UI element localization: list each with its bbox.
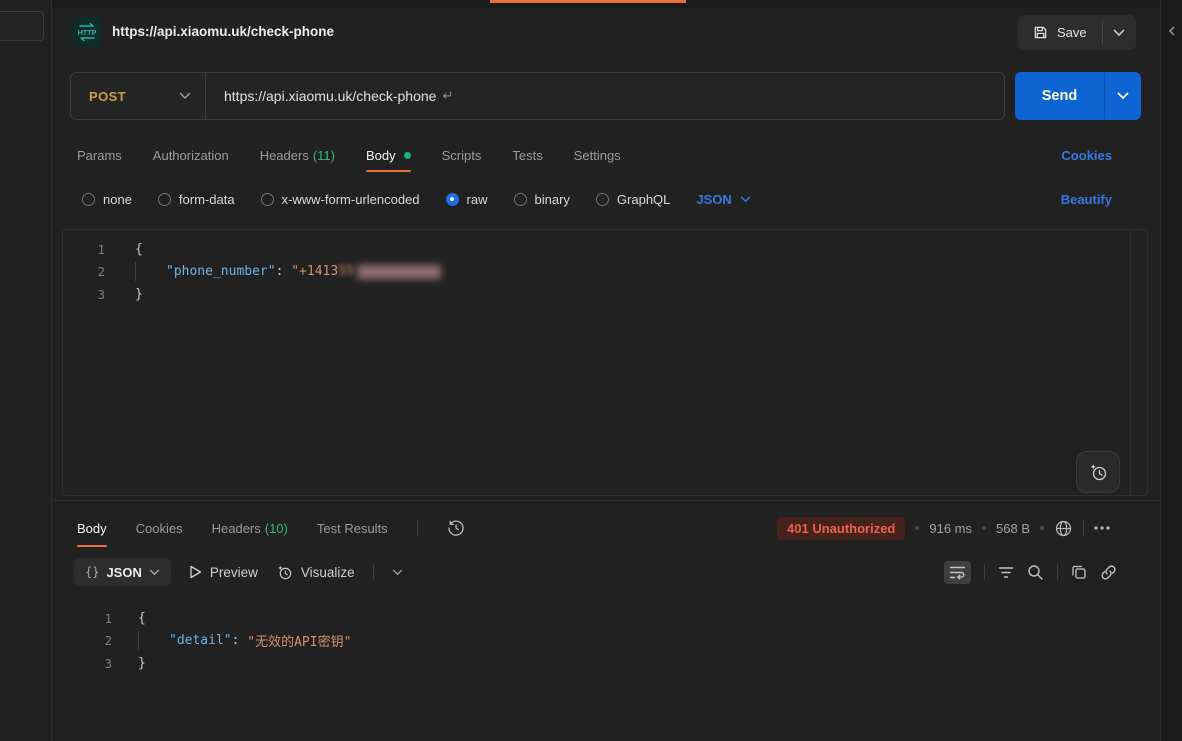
svg-text:HTTP: HTTP: [78, 28, 97, 37]
format-options-caret[interactable]: [392, 569, 403, 576]
beautify-link[interactable]: Beautify: [1061, 192, 1112, 207]
send-button-group: Send: [1015, 72, 1141, 120]
radio-icon: [261, 193, 274, 206]
mode-graphql[interactable]: GraphQL: [596, 192, 670, 207]
status-divider: [1083, 520, 1084, 536]
url-return-hint: ↵: [442, 88, 453, 104]
tab-tests[interactable]: Tests: [512, 138, 542, 172]
mode-none[interactable]: none: [82, 192, 132, 207]
save-icon: [1033, 25, 1048, 40]
tools-divider: [1057, 564, 1058, 580]
separator-dot: [1040, 526, 1044, 530]
editor-scroll-gutter[interactable]: [1130, 230, 1131, 495]
mode-urlencoded[interactable]: x-www-form-urlencoded: [261, 192, 420, 207]
postbot-button[interactable]: [1076, 451, 1120, 493]
filter-icon[interactable]: [998, 566, 1014, 579]
request-url-bar: POST https://api.xiaomu.uk/check-phone ↵: [70, 72, 1005, 120]
mode-raw[interactable]: raw: [446, 192, 488, 207]
http-method-icon: HTTP: [72, 17, 102, 47]
code-line: 2 "detail": "无效的API密钥": [52, 630, 1160, 653]
status-badge[interactable]: 401 Unauthorized: [777, 517, 905, 540]
code-line: 3 }: [52, 652, 1160, 675]
request-code: 1 { 2 "phone_number": "+141355 3 }: [63, 230, 1147, 306]
collapse-panel-icon[interactable]: [1168, 26, 1176, 36]
url-input[interactable]: https://api.xiaomu.uk/check-phone: [206, 88, 436, 104]
request-body-editor[interactable]: 1 { 2 "phone_number": "+141355 3 }: [62, 229, 1148, 496]
mode-form-data[interactable]: form-data: [158, 192, 235, 207]
tab-authorization[interactable]: Authorization: [153, 138, 229, 172]
tab-settings[interactable]: Settings: [574, 138, 621, 172]
indent-guide: [138, 631, 139, 650]
save-button[interactable]: Save: [1018, 15, 1102, 50]
res-tab-body[interactable]: Body: [77, 509, 107, 547]
right-sidebar-rail: [1160, 0, 1182, 741]
send-dropdown-button[interactable]: [1105, 72, 1141, 120]
radio-selected-icon: [446, 193, 459, 206]
tab-params[interactable]: Params: [77, 138, 122, 172]
code-line: 1 {: [63, 238, 1147, 261]
response-time[interactable]: 916 ms: [929, 521, 972, 536]
tab-headers[interactable]: Headers(11): [260, 138, 335, 172]
tools-divider: [984, 564, 985, 580]
copy-icon[interactable]: [1071, 564, 1087, 580]
request-header: HTTP https://api.xiaomu.uk/check-phone S…: [52, 8, 1160, 60]
separator-dot: [982, 526, 986, 530]
left-sidebar-rail: [0, 0, 52, 741]
response-tools-right: [944, 561, 1117, 584]
body-mode-row: none form-data x-www-form-urlencoded raw…: [52, 184, 1160, 214]
preview-button[interactable]: Preview: [189, 565, 258, 580]
res-tab-test-results[interactable]: Test Results: [317, 509, 388, 547]
save-button-label: Save: [1057, 25, 1087, 40]
response-size[interactable]: 568 B: [996, 521, 1030, 536]
separator-dot: [915, 526, 919, 530]
network-globe-icon[interactable]: [1054, 519, 1073, 538]
response-toolbar: {} JSON Preview Visualize: [52, 557, 1160, 587]
tab-body[interactable]: Body: [366, 138, 411, 172]
res-headers-count: (10): [265, 521, 288, 536]
send-button[interactable]: Send: [1015, 72, 1104, 120]
method-caret-icon: [179, 92, 191, 100]
response-format-selector[interactable]: {} JSON: [74, 558, 171, 586]
radio-icon: [596, 193, 609, 206]
response-status-group: 401 Unauthorized 916 ms 568 B: [777, 517, 1110, 540]
res-tab-cookies[interactable]: Cookies: [136, 509, 183, 547]
request-tabs: Params Authorization Headers(11) Body Sc…: [52, 138, 1160, 172]
radio-icon: [158, 193, 171, 206]
toolbar-divider: [373, 564, 374, 580]
tabs-divider: [417, 520, 418, 536]
code-line: 1 {: [52, 607, 1160, 630]
redacted-phone-value: [357, 265, 441, 279]
response-history-icon[interactable]: [447, 519, 465, 537]
code-line: 3 }: [63, 283, 1147, 306]
collapsed-sidebar-tab[interactable]: [0, 11, 44, 41]
cookies-link[interactable]: Cookies: [1061, 148, 1112, 163]
res-tab-headers[interactable]: Headers(10): [212, 509, 288, 547]
code-line: 2 "phone_number": "+141355: [63, 261, 1147, 284]
indent-guide: [135, 262, 136, 281]
workspace-tab-strip: [52, 0, 1160, 8]
word-wrap-icon[interactable]: [944, 561, 971, 584]
tab-scripts[interactable]: Scripts: [442, 138, 482, 172]
mode-binary[interactable]: binary: [514, 192, 570, 207]
radio-icon: [514, 193, 527, 206]
play-icon: [189, 565, 202, 579]
link-icon[interactable]: [1100, 564, 1117, 581]
request-title: https://api.xiaomu.uk/check-phone: [112, 24, 334, 39]
save-button-group: Save: [1018, 15, 1136, 50]
response-body-viewer[interactable]: 1 { 2 "detail": "无效的API密钥" 3 }: [52, 599, 1160, 675]
active-tab-indicator: [490, 0, 686, 3]
visualize-button[interactable]: Visualize: [276, 564, 355, 581]
visualize-sparkle-icon: [276, 564, 293, 581]
more-options-icon[interactable]: [1094, 526, 1110, 530]
search-icon[interactable]: [1027, 564, 1044, 581]
headers-count: (11): [313, 148, 335, 163]
method-selector[interactable]: POST: [71, 89, 179, 104]
response-panel: Body Cookies Headers(10) Test Results 40…: [52, 500, 1160, 741]
body-modified-dot: [404, 152, 411, 159]
radio-icon: [82, 193, 95, 206]
language-selector[interactable]: JSON: [696, 192, 750, 207]
response-tabs: Body Cookies Headers(10) Test Results 40…: [52, 509, 1160, 547]
save-dropdown-button[interactable]: [1103, 15, 1136, 50]
